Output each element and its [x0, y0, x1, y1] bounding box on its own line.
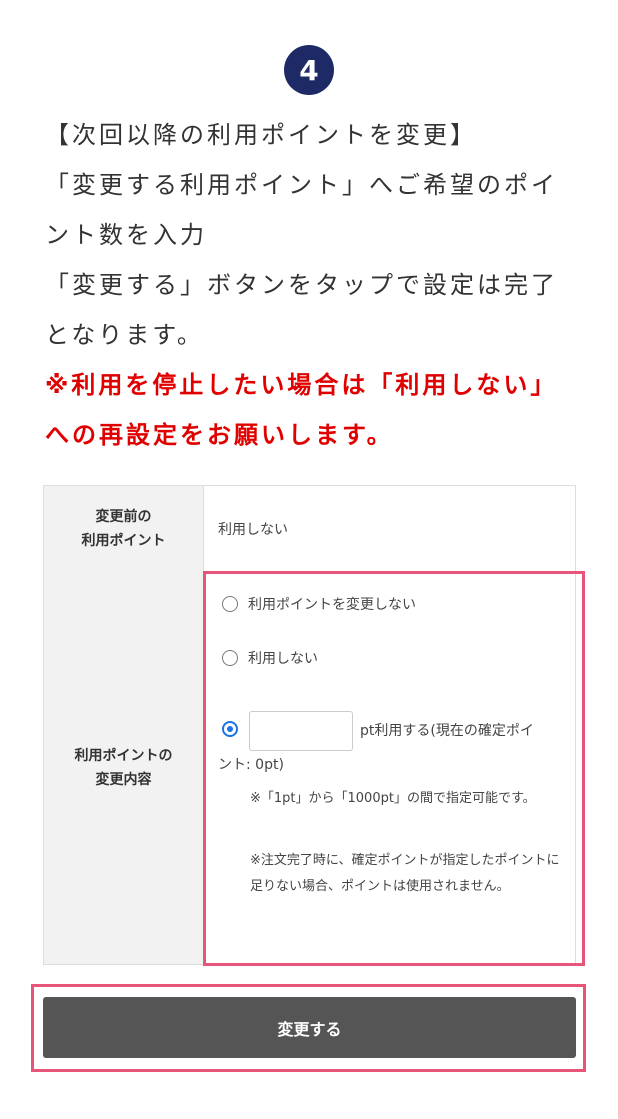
before-change-header: 変更前の 利用ポイント — [44, 486, 204, 571]
radio-button[interactable] — [222, 596, 238, 612]
instruction-line: 「変更する」ボタンをタップで設定は完了 — [45, 271, 558, 299]
instruction-line: 「変更する利用ポイント」へご希望のポイ — [45, 171, 558, 199]
header-line: 変更内容 — [95, 771, 152, 788]
shortage-note: ※注文完了時に、確定ポイントが指定したポイントに足りない場合、ポイントは使用され… — [250, 853, 560, 894]
change-submit-button[interactable]: 変更する — [43, 997, 576, 1058]
points-suffix-text: pt利用する(現在の確定ポイ — [360, 723, 534, 739]
option-use-points[interactable] — [222, 721, 248, 737]
step-number-badge: 4 — [284, 45, 334, 95]
option-do-not-use[interactable]: 利用しない — [222, 648, 318, 668]
instruction-line: ント数を入力 — [45, 221, 207, 249]
change-content-row: 利用ポイントの 変更内容 — [44, 571, 575, 964]
before-change-value: 利用しない — [218, 521, 288, 538]
option-label: 利用ポイントを変更しない — [248, 597, 416, 613]
change-content-header: 利用ポイントの 変更内容 — [44, 571, 204, 964]
warning-line: ※利用を停止したい場合は「利用しない」 — [45, 371, 558, 399]
instruction-line: 【次回以降の利用ポイントを変更】 — [45, 121, 477, 149]
points-amount-input[interactable] — [249, 711, 353, 751]
points-suffix-text-cont: ント: 0pt) — [218, 757, 284, 773]
range-note: ※「1pt」から「1000pt」の間で指定可能です。 — [250, 791, 536, 806]
warning-line: への再設定をお願いします。 — [45, 421, 394, 449]
instruction-line: となります。 — [45, 321, 204, 349]
radio-button[interactable] — [222, 650, 238, 666]
header-line: 利用ポイント — [81, 532, 166, 549]
header-line: 変更前の — [95, 508, 152, 525]
instructions-text: 【次回以降の利用ポイントを変更】 「変更する利用ポイント」へご希望のポイ ント数… — [45, 110, 605, 460]
radio-button-checked[interactable] — [222, 721, 238, 737]
header-line: 利用ポイントの — [74, 747, 173, 764]
option-label: 利用しない — [248, 651, 318, 667]
before-change-row: 変更前の 利用ポイント 利用しない — [44, 486, 575, 572]
option-no-change[interactable]: 利用ポイントを変更しない — [222, 594, 416, 614]
